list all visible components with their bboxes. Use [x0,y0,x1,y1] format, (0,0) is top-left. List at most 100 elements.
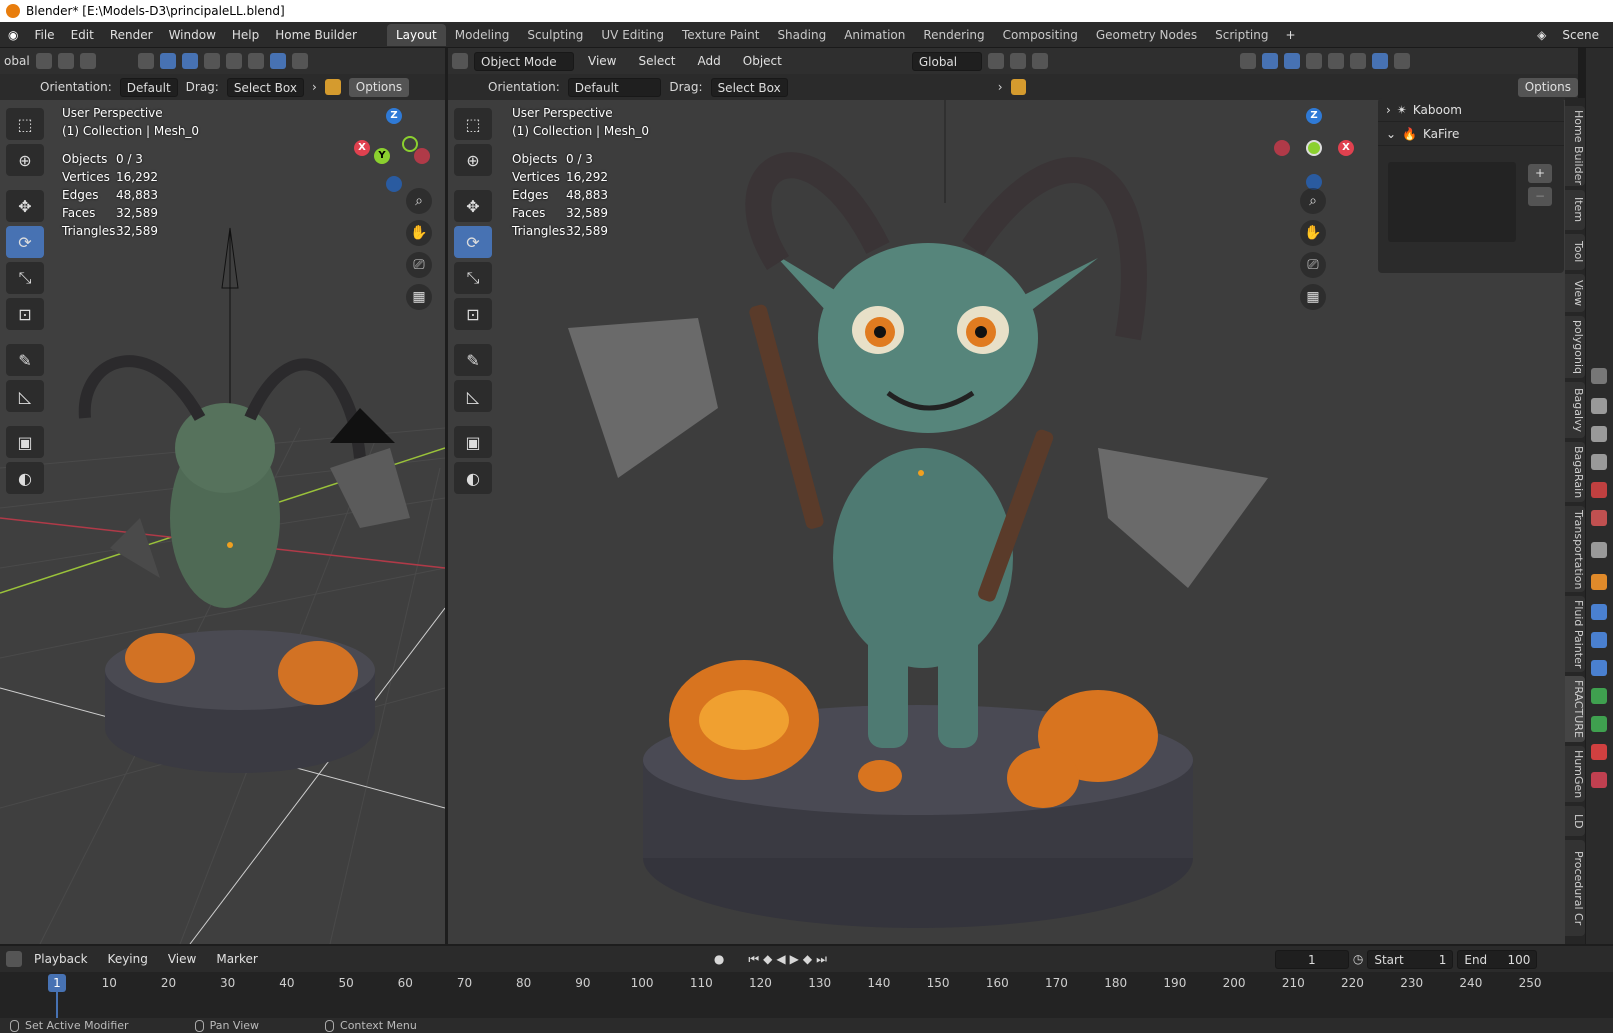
scene-name[interactable]: Scene [1554,22,1613,48]
material-properties-icon[interactable] [1591,744,1607,760]
tab-polygoniq[interactable]: polygoniq [1565,316,1585,378]
playhead-line[interactable] [56,992,58,1018]
rotate-tool-icon[interactable]: ⟳ [6,226,44,258]
transform-orientation-dropdown[interactable]: obal [4,54,30,68]
tab-uv-editing[interactable]: UV Editing [592,24,673,46]
tab-humgen[interactable]: HumGen [1565,746,1585,802]
gizmo-y-axis[interactable] [1306,140,1322,156]
extra-tool-icon[interactable]: ◐ [454,462,492,494]
options-button[interactable]: Options [1517,77,1578,97]
end-frame-field[interactable]: End 100 [1457,949,1538,969]
tab-layout[interactable]: Layout [386,23,446,46]
select-box-tool-icon[interactable]: ⬚ [454,108,492,140]
extra-tool-icon[interactable]: ◐ [6,462,44,494]
select-box-tool-icon[interactable]: ⬚ [6,108,44,140]
view-layer-icon[interactable] [1591,454,1607,470]
jump-start-icon[interactable]: ⏮ [748,952,759,967]
gizmo-z-axis[interactable]: Z [1306,108,1322,124]
gizmo-neg-z[interactable] [386,176,402,192]
record-icon[interactable]: ● [714,952,724,966]
add-workspace-icon[interactable]: + [1277,22,1303,48]
kafire-list-box[interactable] [1388,162,1516,242]
viewport-menu-add[interactable]: Add [690,48,729,74]
jump-end-icon[interactable]: ⏭ [816,952,827,967]
scene-properties-icon[interactable] [1591,482,1607,498]
timeline-menu-view[interactable]: View [160,946,204,972]
gizmo-neg-x[interactable] [1274,140,1290,156]
constraints-icon[interactable] [1591,688,1607,704]
transform-orientation-dropdown[interactable]: Global [911,51,982,71]
timeline-menu-keying[interactable]: Keying [100,946,156,972]
material-shading-icon[interactable] [269,53,286,69]
solid-shading-icon[interactable] [247,53,264,69]
gizmo-x-axis[interactable]: X [1338,140,1354,156]
pan-hand-icon[interactable]: ✋ [1300,220,1326,246]
right-navigation-gizmo[interactable]: Z X [1274,106,1354,190]
tab-compositing[interactable]: Compositing [994,24,1087,46]
tab-item[interactable]: Item [1565,190,1585,230]
move-tool-icon[interactable]: ✥ [6,190,44,222]
tab-ld[interactable]: LD [1565,806,1585,836]
wireframe-shading-icon[interactable] [225,53,242,69]
rendered-shading-icon[interactable] [291,53,308,69]
chevron-right-icon[interactable]: › [1386,103,1391,117]
render-properties-icon[interactable] [1591,398,1607,414]
material-shading-icon[interactable] [1371,53,1388,69]
timeline-menu-playback[interactable]: Playback [26,946,96,972]
tab-procedural[interactable]: Procedural Cr [1565,840,1585,936]
ortho-grid-icon[interactable]: ▦ [1300,284,1326,310]
tab-bagalvy[interactable]: Bagalvy [1565,382,1585,438]
blender-menu-icon[interactable]: ◉ [0,22,26,48]
zoom-icon[interactable]: ⌕ [406,188,432,214]
tab-geometry-nodes[interactable]: Geometry Nodes [1087,24,1206,46]
scale-tool-icon[interactable]: ⤡ [6,262,44,294]
camera-view-icon[interactable]: ⎚ [1300,252,1326,278]
collection-properties-icon[interactable] [1591,542,1607,558]
data-properties-icon[interactable] [1591,716,1607,732]
scale-tool-icon[interactable]: ⤡ [454,262,492,294]
remove-item-button[interactable]: − [1528,187,1553,206]
tab-tool[interactable]: Tool [1565,234,1585,270]
pan-hand-icon[interactable]: ✋ [406,220,432,246]
panel-kafire[interactable]: ⌄ 🔥 KaFire [1378,122,1564,146]
timeline-editor-icon[interactable] [6,951,22,967]
tab-scripting[interactable]: Scripting [1206,24,1277,46]
tab-home-builder[interactable]: Home Builder [1565,106,1585,186]
tab-sculpting[interactable]: Sculpting [518,24,592,46]
timeline-menu-marker[interactable]: Marker [208,946,265,972]
tab-view[interactable]: View [1565,274,1585,312]
menu-window[interactable]: Window [161,22,224,48]
gizmo-y-axis[interactable]: Y [374,148,390,164]
addon-cube-icon[interactable] [324,79,341,95]
xray-icon[interactable] [203,53,220,69]
particles-icon[interactable] [1591,632,1607,648]
start-frame-field[interactable]: Start 1 [1367,949,1454,969]
menu-file[interactable]: File [26,22,62,48]
tab-shading[interactable]: Shading [768,24,835,46]
viewport-menu-select[interactable]: Select [630,48,683,74]
gizmo-toggle-icon[interactable] [1261,53,1278,69]
drag-dropdown[interactable]: Select Box [226,77,304,97]
physics-icon[interactable] [1591,660,1607,676]
tab-fluid-painter[interactable]: Fluid Painter [1565,596,1585,672]
camera-view-icon[interactable]: ⎚ [406,252,432,278]
pivot-icon[interactable] [987,53,1004,69]
annotate-tool-icon[interactable]: ✎ [6,344,44,376]
zoom-icon[interactable]: ⌕ [1300,188,1326,214]
gizmo-x-axis[interactable]: X [354,140,370,156]
tab-texture-paint[interactable]: Texture Paint [673,24,768,46]
gizmo-toggle-icon[interactable] [159,53,176,69]
texture-properties-icon[interactable] [1591,772,1607,788]
output-properties-icon[interactable] [1591,426,1607,442]
orientation-dropdown[interactable]: Default [119,77,178,97]
gizmo-neg-x[interactable] [414,148,430,164]
annotate-tool-icon[interactable]: ✎ [454,344,492,376]
menu-home-builder[interactable]: Home Builder [267,22,365,48]
measure-tool-icon[interactable]: ◺ [6,380,44,412]
tool-properties-icon[interactable] [1591,368,1607,384]
menu-edit[interactable]: Edit [63,22,102,48]
modifier-properties-icon[interactable] [1591,604,1607,620]
object-mode-dropdown[interactable]: Object Mode [474,51,574,71]
play-icon[interactable]: ▶ [790,952,799,966]
measure-tool-icon[interactable]: ◺ [454,380,492,412]
